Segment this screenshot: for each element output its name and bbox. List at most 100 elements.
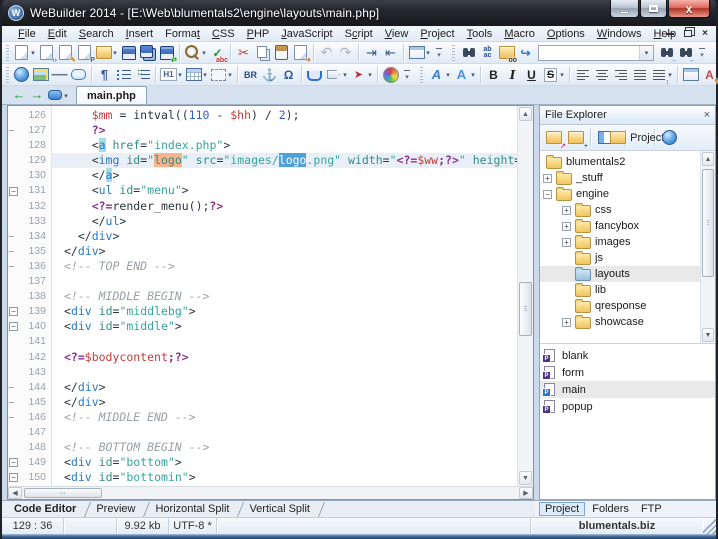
maximize-button[interactable]: [640, 0, 667, 18]
image-icon[interactable]: [32, 66, 49, 83]
align-right-icon[interactable]: [612, 66, 629, 83]
tree-vertical-scrollbar[interactable]: ▲ ▼: [700, 151, 715, 343]
toolbar-grip[interactable]: [6, 45, 9, 61]
code-line-145[interactable]: </div>: [52, 395, 517, 410]
italic-icon[interactable]: I: [504, 66, 521, 83]
border-style-icon[interactable]: [682, 66, 699, 83]
menu-css[interactable]: CSS: [206, 28, 241, 40]
navigate-back-icon[interactable]: ←: [10, 86, 28, 103]
code-line-127[interactable]: ?>: [52, 123, 517, 138]
document-restore-icon[interactable]: [684, 30, 692, 37]
tree-item-showcase[interactable]: +showcase: [540, 314, 700, 330]
line-break-icon[interactable]: BR: [242, 66, 259, 83]
code-line-140[interactable]: <div id="middle">: [52, 319, 517, 334]
new-php-document-icon[interactable]: P: [76, 44, 93, 61]
fold-toggle-icon[interactable]: −: [9, 458, 18, 467]
find-dialog-icon[interactable]: [460, 44, 477, 61]
replace-icon[interactable]: ab ac: [479, 44, 496, 61]
menu-options[interactable]: Options: [541, 28, 591, 40]
tree-expander-icon[interactable]: +: [562, 318, 571, 327]
cut-icon[interactable]: ✂: [235, 44, 252, 61]
tree-item-engine[interactable]: −engine: [540, 186, 700, 202]
copy-icon[interactable]: [254, 44, 271, 61]
find-in-files-icon[interactable]: oo: [498, 44, 515, 61]
view-tab-vertical-split[interactable]: Vertical Split: [241, 501, 322, 517]
strikethrough-icon[interactable]: S: [542, 66, 559, 83]
code-line-138[interactable]: <!-- MIDDLE BEGIN -->: [52, 289, 517, 304]
open-file-icon-caret[interactable]: ▾: [111, 44, 119, 61]
save-copy-icon[interactable]: ⇄: [158, 44, 175, 61]
underline-icon[interactable]: U: [523, 66, 540, 83]
title-bar[interactable]: W WeBuilder 2014 - [E:\Web\blumentals2\e…: [2, 0, 716, 26]
projects-button[interactable]: Projects: [630, 128, 650, 147]
scroll-left-icon[interactable]: ◀: [8, 487, 22, 499]
tree-expander-icon[interactable]: +: [562, 222, 571, 231]
font-icon[interactable]: A: [428, 66, 445, 83]
toolbar-overflow-icon[interactable]: ▾: [434, 44, 444, 61]
div-layer-icon[interactable]: [210, 66, 227, 83]
panel-tab-project[interactable]: Project: [539, 502, 585, 516]
find-icon-caret[interactable]: ▾: [200, 44, 208, 61]
tab-main-php[interactable]: main.php: [76, 86, 147, 104]
tree-item-lib[interactable]: lib: [540, 282, 700, 298]
tree-item-css[interactable]: +css: [540, 202, 700, 218]
table-icon[interactable]: [185, 66, 202, 83]
tree-expander-icon[interactable]: +: [562, 238, 571, 247]
horizontal-rule-icon[interactable]: —: [51, 66, 68, 83]
heading-icon[interactable]: H1: [160, 66, 177, 83]
menu-file[interactable]: File: [12, 28, 42, 40]
encoding[interactable]: UTF-8 *: [169, 518, 217, 534]
tree-item-_stuff[interactable]: +_stuff: [540, 170, 700, 186]
view-tab-horizontal-split[interactable]: Horizontal Split: [147, 501, 241, 517]
code-line-132[interactable]: <?=render_menu();?>: [52, 199, 517, 214]
style-editor-icon[interactable]: A✎: [701, 66, 718, 83]
anchor-icon[interactable]: ⚓: [261, 66, 278, 83]
scroll-right-icon[interactable]: ▶: [519, 487, 533, 499]
font-color-icon[interactable]: A: [453, 66, 470, 83]
open-file-icon[interactable]: [95, 44, 112, 61]
code-area[interactable]: $mm = intval((110 - $hh) / 2); ?> <a hre…: [52, 106, 517, 486]
panel-close-icon[interactable]: ×: [704, 110, 710, 121]
tree-expander-icon[interactable]: −: [543, 190, 552, 199]
tree-item-js[interactable]: js: [540, 250, 700, 266]
scroll-up-icon[interactable]: ▲: [702, 152, 714, 166]
numbered-list-icon[interactable]: [134, 66, 151, 83]
code-line-133[interactable]: </ul>: [52, 214, 517, 229]
tag-icon[interactable]: [325, 66, 342, 83]
document-close-icon[interactable]: ×: [702, 29, 708, 39]
align-justify-icon[interactable]: [631, 66, 648, 83]
toolbar-grip[interactable]: [6, 67, 9, 83]
form-icon[interactable]: [306, 66, 323, 83]
new-folder-icon[interactable]: +: [566, 128, 586, 147]
tree-expander-icon[interactable]: +: [543, 174, 552, 183]
code-line-142[interactable]: <?=$bodycontent;?>: [52, 350, 517, 365]
code-snippet-icon[interactable]: ➤: [350, 66, 367, 83]
outdent-icon[interactable]: ⇤: [382, 44, 399, 61]
code-line-128[interactable]: <a href="index.php">: [52, 138, 517, 153]
color-picker-icon[interactable]: [382, 66, 399, 83]
tree-item-layouts[interactable]: layouts: [540, 266, 700, 282]
editor-vertical-scrollbar[interactable]: ▲ ▼: [517, 106, 533, 486]
line-spacing-icon[interactable]: ↕: [650, 66, 667, 83]
code-line-150[interactable]: <div id="bottomin">: [52, 470, 517, 485]
tree-item-images[interactable]: +images: [540, 234, 700, 250]
align-left-icon[interactable]: [574, 66, 591, 83]
minimize-button[interactable]: [610, 0, 639, 18]
code-line-131[interactable]: <ul id="menu">: [52, 183, 517, 198]
code-editor[interactable]: 126127128129130−131132133134135136137138…: [7, 105, 534, 500]
menu-view[interactable]: View: [379, 28, 415, 40]
find-previous-icon[interactable]: ←: [677, 44, 694, 61]
fold-toggle-icon[interactable]: −: [9, 307, 18, 316]
panel-tab-folders[interactable]: Folders: [587, 502, 634, 516]
toolbar-overflow-icon[interactable]: ▾: [402, 66, 412, 83]
tag-icon-caret[interactable]: ▾: [341, 66, 349, 83]
view-tab-preview[interactable]: Preview: [88, 501, 147, 517]
paragraph-icon[interactable]: ¶: [96, 66, 113, 83]
code-line-126[interactable]: $mm = intval((110 - $hh) / 2);: [52, 108, 517, 123]
panel-layout-icon[interactable]: [408, 44, 425, 61]
code-line-148[interactable]: <!-- BOTTOM BEGIN -->: [52, 440, 517, 455]
browse-icon[interactable]: [659, 128, 679, 147]
find-next-icon[interactable]: →: [658, 44, 675, 61]
menu-project[interactable]: Project: [414, 28, 460, 40]
bullet-list-icon[interactable]: [115, 66, 132, 83]
